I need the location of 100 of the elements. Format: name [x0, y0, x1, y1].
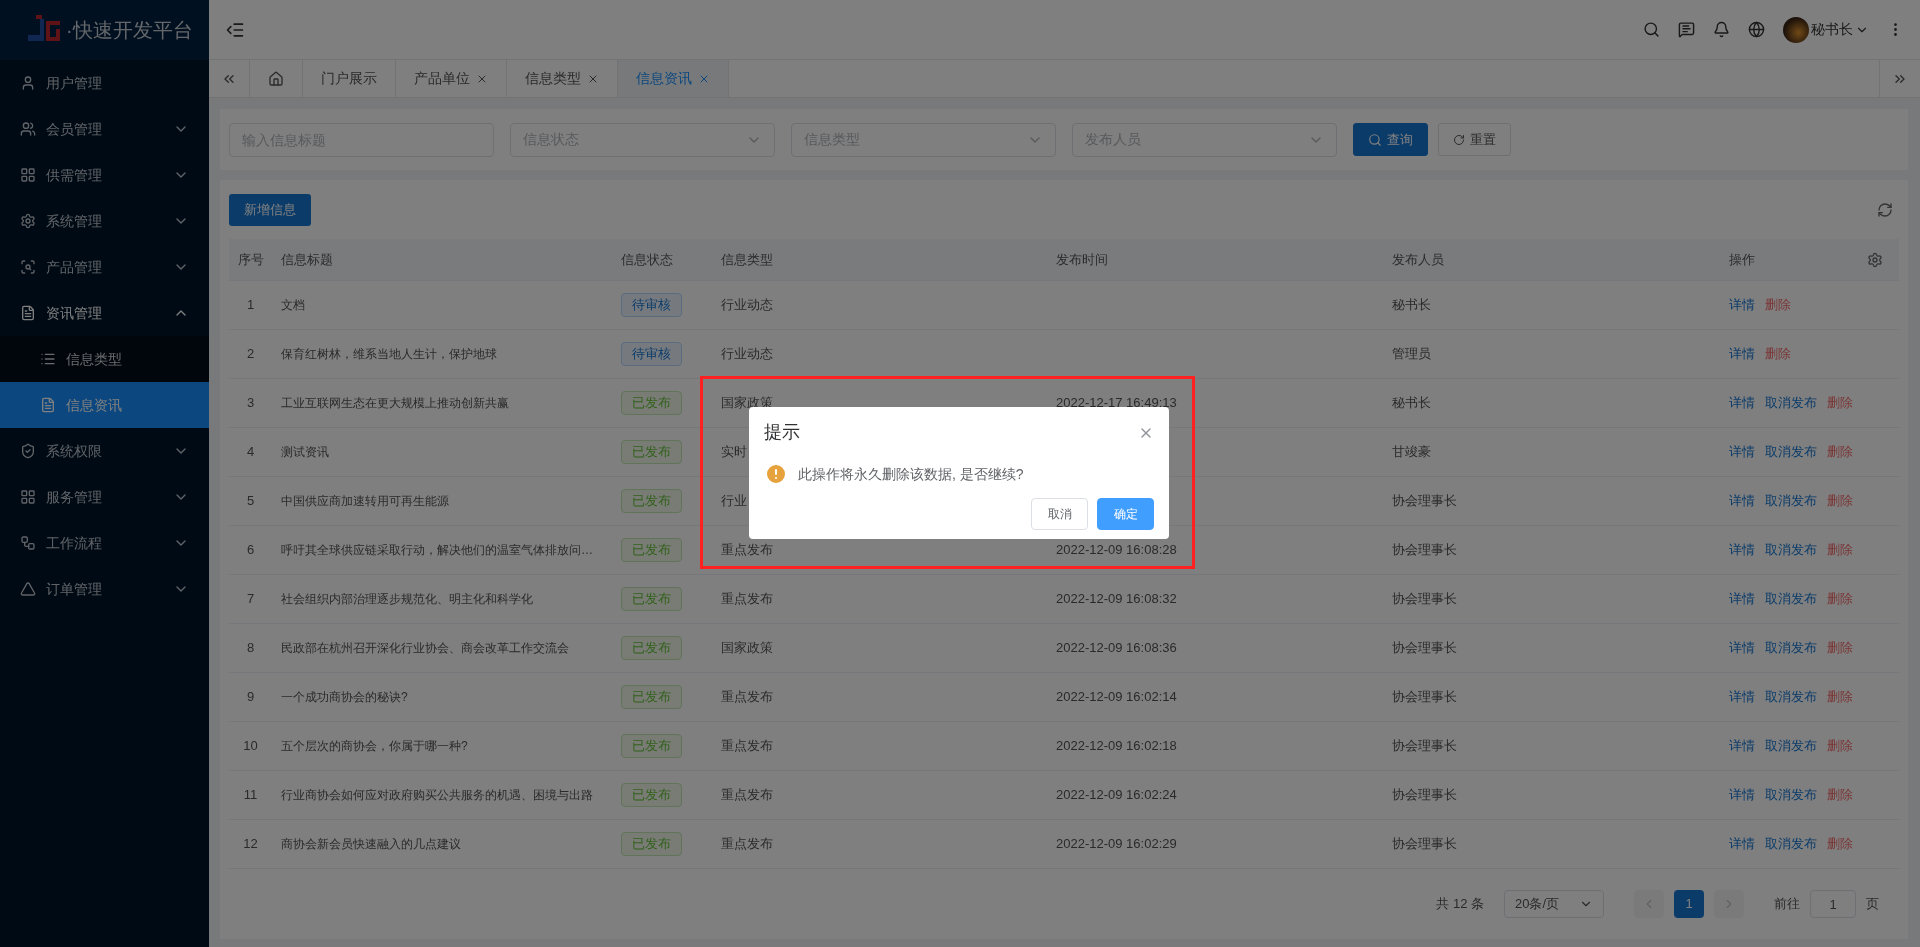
table-cell-text: 重点发布 — [721, 835, 773, 854]
action-link[interactable]: 详情 — [1729, 785, 1755, 805]
people-icon — [20, 121, 36, 137]
action-link[interactable]: 详情 — [1729, 540, 1755, 560]
sidebar-item[interactable]: 供需管理 — [0, 152, 209, 198]
action-link[interactable]: 删除 — [1827, 491, 1853, 511]
sidebar-item[interactable]: 会员管理 — [0, 106, 209, 152]
refresh-icon[interactable] — [1877, 201, 1893, 218]
shield-icon — [20, 443, 36, 459]
action-link[interactable]: 删除 — [1765, 295, 1791, 315]
status-tag: 已发布 — [621, 587, 682, 611]
action-link[interactable]: 删除 — [1827, 638, 1853, 658]
action-link[interactable]: 取消发布 — [1765, 785, 1817, 805]
search-icon[interactable] — [1643, 21, 1660, 38]
document-icon — [20, 305, 36, 321]
table-cell-text: 协会理事长 — [1392, 639, 1457, 658]
cancel-button[interactable]: 取消 — [1031, 498, 1088, 530]
brand-title: ·快速开发平台 — [66, 18, 193, 43]
status-tag: 已发布 — [621, 685, 682, 709]
bell-icon[interactable] — [1713, 21, 1730, 38]
tab[interactable]: 信息资讯 — [618, 60, 729, 97]
action-link[interactable]: 详情 — [1729, 834, 1755, 854]
search-button[interactable]: 查询 — [1353, 123, 1428, 156]
sidebar-item[interactable]: 系统管理 — [0, 198, 209, 244]
table-cell-text: 重点发布 — [721, 590, 773, 609]
action-link[interactable]: 详情 — [1729, 589, 1755, 609]
action-link[interactable]: 详情 — [1729, 344, 1755, 364]
status-tag: 已发布 — [621, 391, 682, 415]
action-link[interactable]: 详情 — [1729, 393, 1755, 413]
row-number: 12 — [243, 835, 258, 854]
table-row[interactable]: 7 社会组织内部治理逐步规范化、明主化和科学化 已发布 重点发布 2022-12-09 16:08:32 协会理事长 详情 取消发布 删除 — [229, 575, 1899, 624]
row-number: 2 — [246, 345, 255, 364]
action-link[interactable]: 取消发布 — [1765, 540, 1817, 560]
status-tag: 已发布 — [621, 440, 682, 464]
action-link[interactable]: 删除 — [1827, 393, 1853, 413]
message-icon[interactable] — [1678, 21, 1695, 38]
table-row[interactable]: 1 文档 待审核 行业动态 秘书长 详情 删除 — [229, 281, 1899, 330]
table-cell-text: 行业商协会如何应对政府购买公共服务的机遇、困境与出路 — [281, 787, 593, 804]
action-link[interactable]: 详情 — [1729, 491, 1755, 511]
page-button[interactable]: 1 — [1674, 890, 1704, 918]
sidebar-item[interactable]: 系统权限 — [0, 428, 209, 474]
sidebar-item[interactable]: 产品管理 — [0, 244, 209, 290]
sidebar-item[interactable]: 工作流程 — [0, 520, 209, 566]
action-link[interactable]: 取消发布 — [1765, 442, 1817, 462]
sidebar-item[interactable]: 服务管理 — [0, 474, 209, 520]
submenu-item[interactable]: 信息类型 — [0, 336, 209, 382]
row-number: 4 — [246, 443, 255, 462]
reset-icon — [1453, 133, 1465, 146]
settings-icon[interactable] — [1867, 251, 1883, 268]
action-link[interactable]: 删除 — [1827, 834, 1853, 854]
search-icon — [1368, 132, 1382, 147]
page-suffix: 页 — [1866, 895, 1879, 914]
action-link[interactable]: 取消发布 — [1765, 834, 1817, 854]
page-input[interactable]: 1 — [1810, 890, 1856, 918]
sidebar-item[interactable]: 订单管理 — [0, 566, 209, 612]
table-cell-text: 商协会新会员快速融入的几点建议 — [281, 836, 461, 853]
action-link[interactable]: 详情 — [1729, 295, 1755, 315]
table-cell-text: 民政部在杭州召开深化行业协会、商会改革工作交流会 — [281, 640, 569, 657]
reset-button[interactable]: 重置 — [1438, 123, 1511, 156]
home-icon — [268, 70, 284, 87]
row-number: 3 — [246, 394, 255, 413]
globe-icon[interactable] — [1748, 21, 1765, 38]
table-row[interactable]: 2 保育红树林，维系当地人生计，保护地球 待审核 行业动态 管理员 详情 删除 — [229, 330, 1899, 379]
action-link[interactable]: 详情 — [1729, 638, 1755, 658]
action-link[interactable]: 取消发布 — [1765, 589, 1817, 609]
user-menu[interactable]: 秘书长 — [1783, 16, 1869, 43]
tab[interactable]: 门户展示 — [303, 60, 396, 97]
table-row[interactable]: 10 五个层次的商协会，你属于哪一种? 已发布 重点发布 2022-12-09 16:02:18 协会理事长 详情 取消发布 删除 — [229, 722, 1899, 771]
action-link[interactable]: 删除 — [1827, 736, 1853, 756]
workflow-icon — [20, 535, 36, 551]
column-header: 序号 — [237, 250, 264, 269]
action-link[interactable]: 取消发布 — [1765, 638, 1817, 658]
sidebar-item[interactable]: 资讯管理 — [0, 290, 209, 336]
add-button[interactable]: 新增信息 — [229, 193, 311, 226]
table-row[interactable]: 9 一个成功商协会的秘诀? 已发布 重点发布 2022-12-09 16:02:14 协会理事长 详情 取消发布 删除 — [229, 673, 1899, 722]
table-row[interactable]: 11 行业商协会如何应对政府购买公共服务的机遇、困境与出路 已发布 重点发布 2022-12-09 16:02:24 协会理事长 详情 取消发布 删除 — [229, 771, 1899, 820]
submenu-item[interactable]: 信息资讯 — [0, 382, 209, 428]
action-link[interactable]: 删除 — [1827, 442, 1853, 462]
action-link[interactable]: 详情 — [1729, 736, 1755, 756]
action-link[interactable]: 详情 — [1729, 442, 1755, 462]
action-link[interactable]: 删除 — [1827, 540, 1853, 560]
action-link[interactable]: 删除 — [1827, 589, 1853, 609]
table-row[interactable]: 8 民政部在杭州召开深化行业协会、商会改革工作交流会 已发布 国家政策 2022-12-09 16:08:36 协会理事长 详情 取消发布 删除 — [229, 624, 1899, 673]
confirm-button[interactable]: 确定 — [1097, 498, 1154, 530]
action-link[interactable]: 取消发布 — [1765, 736, 1817, 756]
action-link[interactable]: 取消发布 — [1765, 393, 1817, 413]
sidebar-item[interactable]: 用户管理 — [0, 60, 209, 106]
page-size-select[interactable]: 20条/页 — [1504, 890, 1604, 918]
action-link[interactable]: 取消发布 — [1765, 491, 1817, 511]
action-link[interactable]: 删除 — [1827, 785, 1853, 805]
action-link[interactable]: 删除 — [1827, 687, 1853, 707]
table-row[interactable]: 12 商协会新会员快速融入的几点建议 已发布 重点发布 2022-12-09 16:02:29 协会理事长 详情 取消发布 删除 — [229, 820, 1899, 869]
tab[interactable]: 产品单位 — [396, 60, 507, 97]
column-header: 发布时间 — [1056, 250, 1108, 269]
table-cell-text: 2022-12-17 16:49:13 — [1056, 394, 1177, 413]
action-link[interactable]: 取消发布 — [1765, 687, 1817, 707]
document-icon — [40, 397, 56, 413]
action-link[interactable]: 删除 — [1765, 344, 1791, 364]
status-tag: 已发布 — [621, 538, 682, 562]
action-link[interactable]: 详情 — [1729, 687, 1755, 707]
